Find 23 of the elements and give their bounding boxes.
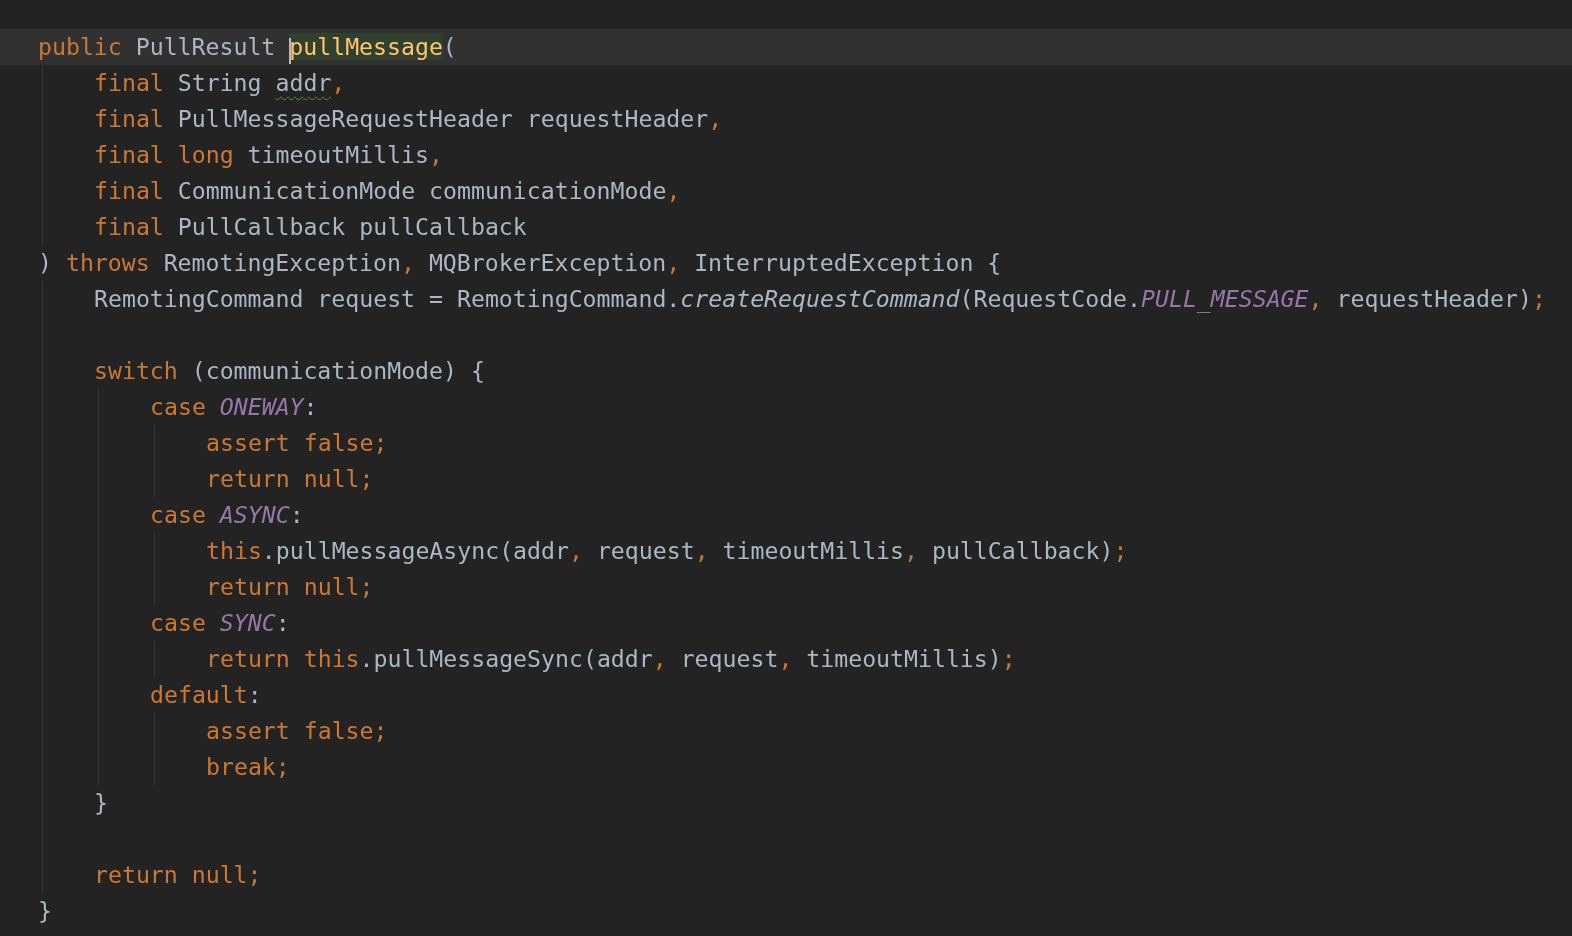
code-line: } bbox=[37, 896, 53, 926]
code-line: case SYNC: bbox=[150, 608, 291, 638]
code-line: assert false; bbox=[206, 428, 389, 458]
code-line: RemotingCommand request = RemotingCommand.createRequestCommand(RequestCode.PULL_MESSAGE, requestHeader); bbox=[94, 284, 1547, 315]
code-line: final PullMessageRequestHeader requestHeader, bbox=[94, 104, 724, 134]
code-line: this.pullMessageAsync(addr, request, timeoutMillis, pullCallback); bbox=[206, 536, 1129, 566]
code-line: final PullCallback pullCallback bbox=[94, 212, 528, 242]
code-line: final CommunicationMode communicationMode, bbox=[94, 176, 682, 206]
code-line: break; bbox=[206, 752, 291, 782]
code-line: return null; bbox=[206, 464, 375, 494]
code-line: } bbox=[94, 788, 109, 818]
code-line: ) throws RemotingException, MQBrokerException, InterruptedException { bbox=[37, 248, 1003, 278]
code-line: assert false; bbox=[206, 716, 389, 746]
code-line: final long timeoutMillis, bbox=[94, 140, 444, 170]
code-line: return null; bbox=[206, 572, 375, 602]
code-line: switch (communicationMode) { bbox=[94, 356, 486, 386]
code-line: return null; bbox=[94, 860, 263, 890]
code-line: default: bbox=[150, 680, 263, 710]
code-line: final String addr, bbox=[94, 68, 347, 98]
code-line: return this.pullMessageSync(addr, request, timeoutMillis); bbox=[206, 644, 1017, 674]
text-cursor bbox=[289, 38, 292, 64]
code-line: case ASYNC: bbox=[150, 500, 305, 530]
code-line: case ONEWAY: bbox=[150, 392, 319, 422]
